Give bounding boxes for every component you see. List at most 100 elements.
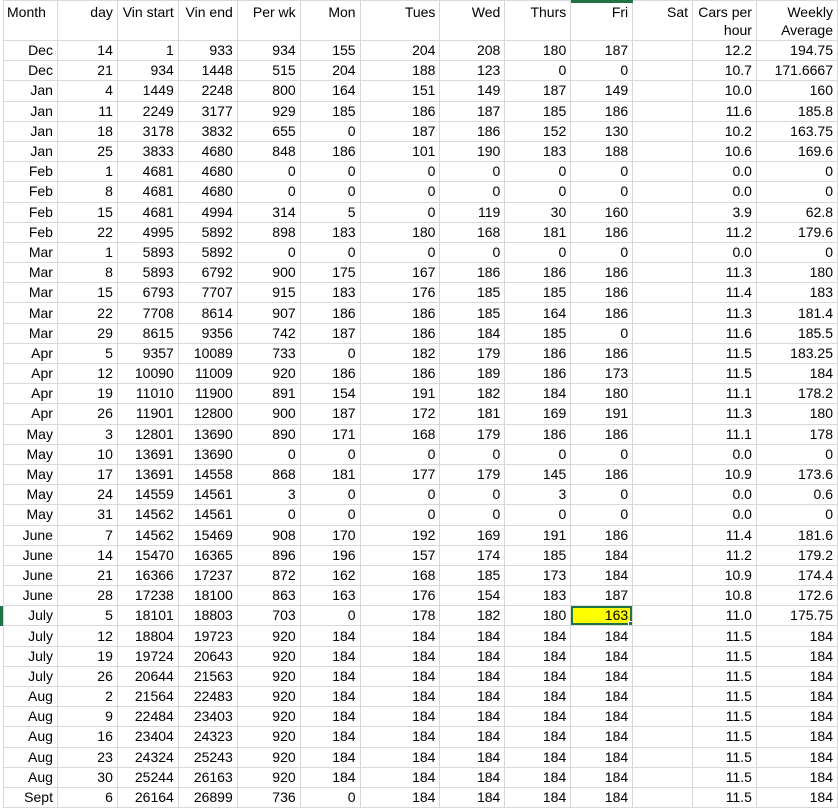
cell-per-wk[interactable]: 848: [237, 141, 300, 161]
cell-per-wk[interactable]: 920: [237, 626, 300, 646]
cell-day[interactable]: 14: [57, 41, 117, 61]
cell-weekly-average[interactable]: 194.75: [756, 41, 837, 61]
cell-tues[interactable]: 167: [360, 263, 440, 283]
cell-day[interactable]: 28: [57, 586, 117, 606]
cell-thurs[interactable]: 184: [505, 787, 571, 807]
cell-mon[interactable]: 0: [300, 505, 360, 525]
cell-day[interactable]: 5: [57, 343, 117, 363]
cell-mon[interactable]: 162: [300, 565, 360, 585]
cell-mon[interactable]: 0: [300, 343, 360, 363]
cell-vin-end[interactable]: 11009: [178, 364, 237, 384]
cell-day[interactable]: 5: [57, 606, 117, 626]
cell-sat[interactable]: [633, 727, 693, 747]
cell-day[interactable]: 19: [57, 646, 117, 666]
cell-tues[interactable]: 176: [360, 586, 440, 606]
cell-thurs[interactable]: 186: [505, 424, 571, 444]
cell-vin-start[interactable]: 1: [117, 41, 178, 61]
cell-weekly-average[interactable]: 175.75: [756, 606, 837, 626]
cell-vin-start[interactable]: 13691: [117, 444, 178, 464]
cell-fri[interactable]: 184: [571, 767, 633, 787]
cell-fri[interactable]: 186: [571, 303, 633, 323]
cell-vin-start[interactable]: 12801: [117, 424, 178, 444]
cell-tues[interactable]: 101: [360, 141, 440, 161]
cell-per-wk[interactable]: 742: [237, 323, 300, 343]
cell-wed[interactable]: 185: [440, 283, 505, 303]
cell-cars-per-hour[interactable]: 11.5: [693, 626, 757, 646]
cell-thurs[interactable]: 184: [505, 707, 571, 727]
cell-tues[interactable]: 184: [360, 646, 440, 666]
cell-vin-end[interactable]: 26163: [178, 767, 237, 787]
cell-thurs[interactable]: 187: [505, 81, 571, 101]
cell-day[interactable]: 25: [57, 141, 117, 161]
cell-vin-start[interactable]: 14562: [117, 505, 178, 525]
cell-vin-start[interactable]: 14559: [117, 485, 178, 505]
cell-month[interactable]: Mar: [4, 283, 58, 303]
cell-wed[interactable]: 186: [440, 263, 505, 283]
cell-wed[interactable]: 179: [440, 464, 505, 484]
cell-vin-end[interactable]: 17237: [178, 565, 237, 585]
cell-sat[interactable]: [633, 444, 693, 464]
cell-tues[interactable]: 151: [360, 81, 440, 101]
cell-fri[interactable]: 186: [571, 283, 633, 303]
cell-wed[interactable]: 208: [440, 41, 505, 61]
cell-fri[interactable]: 184: [571, 687, 633, 707]
cell-month[interactable]: Aug: [4, 687, 58, 707]
cell-month[interactable]: Apr: [4, 343, 58, 363]
selected-cell[interactable]: 163: [571, 606, 633, 626]
cell-day[interactable]: 14: [57, 545, 117, 565]
cell-cars-per-hour[interactable]: 11.4: [693, 283, 757, 303]
cell-sat[interactable]: [633, 646, 693, 666]
cell-vin-start[interactable]: 20644: [117, 666, 178, 686]
cell-weekly-average[interactable]: 185.5: [756, 323, 837, 343]
cell-vin-end[interactable]: 18100: [178, 586, 237, 606]
cell-vin-end[interactable]: 1448: [178, 61, 237, 81]
cell-month[interactable]: Feb: [4, 222, 58, 242]
cell-weekly-average[interactable]: 0: [756, 162, 837, 182]
cell-per-wk[interactable]: 863: [237, 586, 300, 606]
cell-thurs[interactable]: 184: [505, 727, 571, 747]
cell-wed[interactable]: 0: [440, 162, 505, 182]
cell-sat[interactable]: [633, 545, 693, 565]
cell-mon[interactable]: 184: [300, 727, 360, 747]
cell-per-wk[interactable]: 0: [237, 444, 300, 464]
cell-vin-end[interactable]: 16365: [178, 545, 237, 565]
cell-mon[interactable]: 163: [300, 586, 360, 606]
cell-cars-per-hour[interactable]: 3.9: [693, 202, 757, 222]
cell-vin-end[interactable]: 4994: [178, 202, 237, 222]
cell-thurs[interactable]: 185: [505, 323, 571, 343]
cell-vin-end[interactable]: 12800: [178, 404, 237, 424]
cell-month[interactable]: Feb: [4, 182, 58, 202]
cell-month[interactable]: Mar: [4, 263, 58, 283]
cell-sat[interactable]: [633, 364, 693, 384]
cell-weekly-average[interactable]: 183.25: [756, 343, 837, 363]
cell-vin-start[interactable]: 22484: [117, 707, 178, 727]
cell-mon[interactable]: 0: [300, 121, 360, 141]
cell-day[interactable]: 22: [57, 303, 117, 323]
cell-mon[interactable]: 186: [300, 364, 360, 384]
cell-wed[interactable]: 190: [440, 141, 505, 161]
cell-sat[interactable]: [633, 141, 693, 161]
cell-wed[interactable]: 184: [440, 727, 505, 747]
cell-vin-end[interactable]: 13690: [178, 444, 237, 464]
cell-cars-per-hour[interactable]: 11.5: [693, 727, 757, 747]
cell-thurs[interactable]: 185: [505, 101, 571, 121]
cell-tues[interactable]: 168: [360, 424, 440, 444]
cell-month[interactable]: June: [4, 586, 58, 606]
cell-day[interactable]: 8: [57, 263, 117, 283]
cell-weekly-average[interactable]: 160: [756, 81, 837, 101]
cell-thurs[interactable]: 181: [505, 222, 571, 242]
cell-vin-end[interactable]: 9356: [178, 323, 237, 343]
cell-weekly-average[interactable]: 174.4: [756, 565, 837, 585]
cell-sat[interactable]: [633, 121, 693, 141]
cell-day[interactable]: 8: [57, 182, 117, 202]
cell-sat[interactable]: [633, 464, 693, 484]
cell-thurs[interactable]: 186: [505, 364, 571, 384]
cell-thurs[interactable]: 0: [505, 61, 571, 81]
cell-mon[interactable]: 0: [300, 485, 360, 505]
cell-per-wk[interactable]: 920: [237, 707, 300, 727]
cell-thurs[interactable]: 3: [505, 485, 571, 505]
cell-vin-start[interactable]: 2249: [117, 101, 178, 121]
column-header-fri[interactable]: Fri: [571, 1, 633, 41]
cell-vin-start[interactable]: 4681: [117, 182, 178, 202]
cell-vin-start[interactable]: 14562: [117, 525, 178, 545]
